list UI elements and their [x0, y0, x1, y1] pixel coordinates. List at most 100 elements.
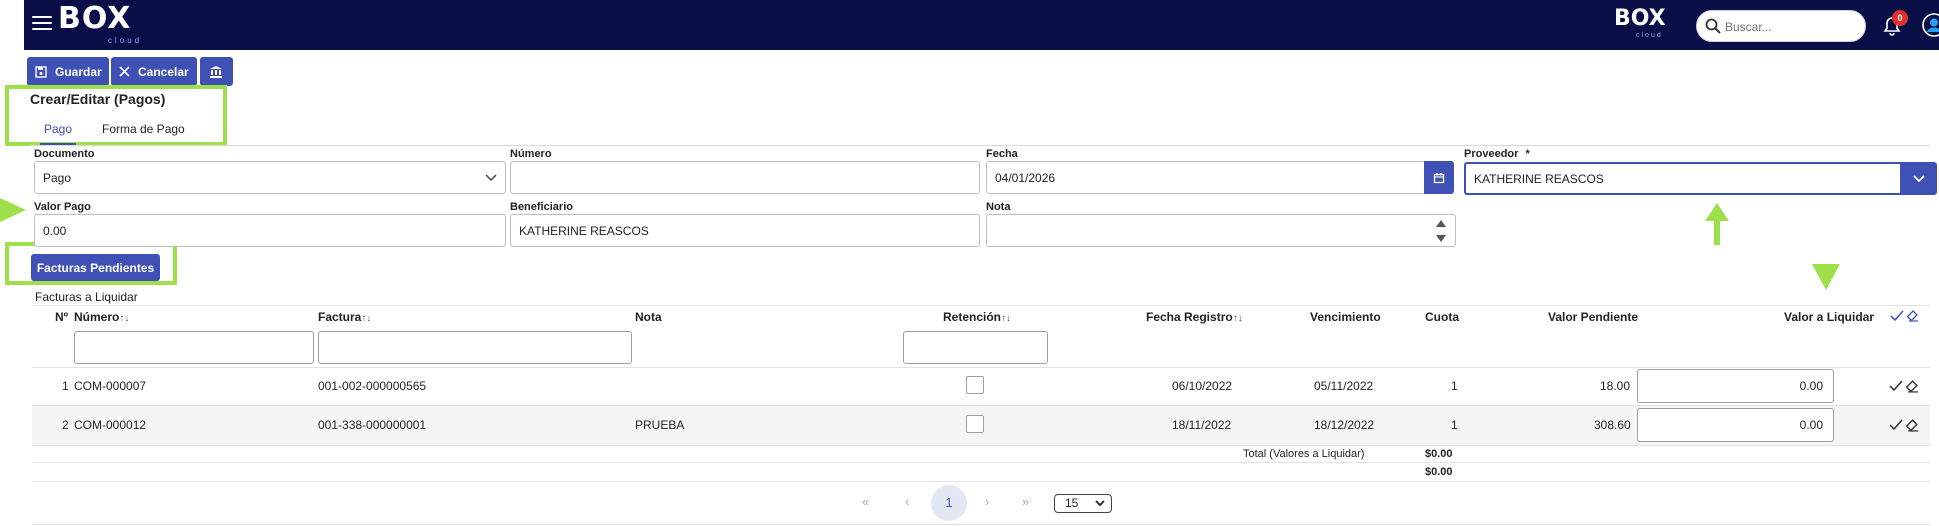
row-cuota: 1 — [1451, 379, 1458, 393]
logo2-sub: cloud — [1636, 32, 1663, 39]
documento-value: Pago — [43, 170, 72, 185]
row-factura: 001-002-000000565 — [318, 379, 427, 393]
retencion-checkbox[interactable] — [966, 415, 984, 433]
spinner-icon[interactable] — [1435, 217, 1447, 245]
calendar-icon — [1433, 172, 1445, 183]
first-page-button[interactable]: « — [862, 494, 869, 509]
table-header-line — [32, 305, 1930, 306]
valor-liquidar-input[interactable]: 0.00 — [1637, 369, 1834, 403]
cancel-button[interactable]: Cancelar — [111, 57, 197, 86]
search-box[interactable] — [1696, 10, 1866, 42]
bottom-divider — [32, 524, 1930, 525]
check-icon[interactable] — [1889, 418, 1903, 432]
filter-factura-input[interactable] — [318, 331, 632, 364]
bank-button[interactable] — [200, 57, 233, 86]
page-size-value: 15 — [1065, 496, 1079, 510]
active-tab-indicator — [40, 143, 76, 145]
row-divider — [32, 445, 1930, 446]
row-numero: COM-000012 — [74, 418, 147, 432]
save-button[interactable]: Guardar — [27, 57, 109, 86]
col-header-nota: Nota — [635, 310, 662, 324]
arrow-up-annotation-icon — [1705, 203, 1729, 245]
col-header-fecha-registro[interactable]: Fecha Registro↑↓ — [1146, 310, 1243, 324]
save-label: Guardar — [55, 64, 102, 79]
row-valor-pendiente: 18.00 — [1600, 379, 1631, 393]
filter-retencion-input[interactable] — [903, 331, 1048, 364]
row-vencimiento: 18/12/2022 — [1314, 418, 1375, 432]
beneficiario-value: KATHERINE REASCOS — [519, 223, 649, 238]
sort-icon[interactable]: ↑↓ — [1001, 313, 1011, 324]
last-page-button[interactable]: » — [1022, 494, 1029, 509]
search-input[interactable] — [1725, 17, 1855, 37]
search-icon — [1705, 18, 1721, 34]
proveedor-value: KATHERINE REASCOS — [1474, 171, 1604, 186]
logo-sub: cloud — [108, 36, 143, 45]
proveedor-select[interactable]: KATHERINE REASCOS — [1464, 162, 1902, 195]
col-header-fecha-registro-text: Fecha Registro — [1146, 310, 1233, 324]
row-numero: COM-000007 — [74, 379, 147, 393]
valor-liquidar-value: 0.00 — [1799, 418, 1823, 432]
proveedor-label: Proveedor * — [1464, 148, 1530, 160]
eraser-all-icon[interactable] — [1906, 309, 1919, 322]
col-header-valor-pendiente: Valor Pendiente — [1548, 310, 1639, 324]
proveedor-dropdown-button[interactable] — [1900, 162, 1937, 195]
numero-input[interactable] — [510, 161, 980, 194]
retencion-checkbox[interactable] — [966, 376, 984, 394]
row-vencimiento: 05/11/2022 — [1314, 379, 1374, 393]
top-navbar: BOX cloud BOX cloud 0 — [24, 0, 1939, 50]
row-no: 2 — [62, 418, 69, 432]
sort-icon[interactable]: ↑↓ — [119, 313, 129, 324]
col-header-vencimiento: Vencimiento — [1310, 310, 1381, 324]
col-header-cuota: Cuota — [1425, 310, 1459, 324]
logo-text: BOX — [58, 1, 132, 36]
hamburger-menu-icon[interactable] — [32, 16, 52, 34]
brand-logo[interactable]: BOX cloud — [58, 2, 148, 48]
row-no: 1 — [62, 379, 69, 393]
documento-label: Documento — [34, 148, 95, 160]
sort-icon[interactable]: ↑↓ — [361, 313, 371, 324]
prev-page-button[interactable]: ‹ — [905, 494, 909, 509]
valor-pago-input[interactable]: 0.00 — [34, 214, 506, 247]
filter-numero-input[interactable] — [74, 331, 314, 364]
page-size-select[interactable]: 15 — [1054, 494, 1112, 513]
nota-input[interactable] — [986, 214, 1456, 247]
valor-liquidar-input[interactable]: 0.00 — [1637, 408, 1834, 442]
calendar-button[interactable] — [1424, 161, 1454, 194]
arrow-down-annotation-icon — [1812, 264, 1840, 290]
row-fecha-registro: 18/11/2022 — [1172, 418, 1232, 432]
user-avatar-icon[interactable] — [1922, 13, 1939, 37]
check-icon[interactable] — [1889, 379, 1903, 393]
col-header-valor-liquidar: Valor a Liquidar — [1784, 310, 1875, 324]
proveedor-label-text: Proveedor — [1464, 148, 1519, 160]
chevron-down-icon — [1912, 174, 1925, 182]
fecha-input[interactable]: 04/01/2026 — [986, 161, 1426, 194]
row-valor-pendiente: 308.60 — [1594, 418, 1631, 432]
facturas-pendientes-button[interactable]: Facturas Pendientes — [31, 254, 160, 281]
valor-pago-label: Valor Pago — [34, 201, 91, 213]
eraser-icon[interactable] — [1905, 418, 1919, 432]
beneficiario-label: Beneficiario — [510, 201, 573, 213]
col-header-factura[interactable]: Factura↑↓ — [318, 310, 371, 324]
tab-pago[interactable]: Pago — [44, 122, 72, 136]
cancel-label: Cancelar — [138, 64, 189, 79]
beneficiario-input[interactable]: KATHERINE REASCOS — [510, 214, 980, 247]
tab-forma-de-pago[interactable]: Forma de Pago — [102, 122, 185, 136]
row-nota: PRUEBA — [635, 418, 685, 432]
page-1-button[interactable]: 1 — [931, 485, 967, 521]
page-title: Crear/Editar (Pagos) — [30, 91, 166, 107]
row-cuota: 1 — [1451, 418, 1458, 432]
check-all-icon[interactable] — [1890, 310, 1904, 322]
sort-icon[interactable]: ↑↓ — [1233, 313, 1243, 324]
row-divider — [32, 367, 1930, 368]
eraser-icon[interactable] — [1905, 379, 1919, 393]
fecha-label: Fecha — [986, 148, 1018, 160]
bank-icon — [210, 65, 222, 78]
documento-select[interactable]: Pago — [34, 161, 506, 194]
table-caption: Facturas a Liquidar — [35, 290, 138, 304]
next-page-button[interactable]: › — [985, 494, 989, 509]
col-header-retencion[interactable]: Retención↑↓ — [943, 310, 1011, 324]
total-value: $0.00 — [1425, 448, 1453, 460]
col-header-retencion-text: Retención — [943, 310, 1002, 324]
close-icon — [119, 66, 130, 77]
col-header-numero[interactable]: Número↑↓ — [74, 310, 129, 324]
